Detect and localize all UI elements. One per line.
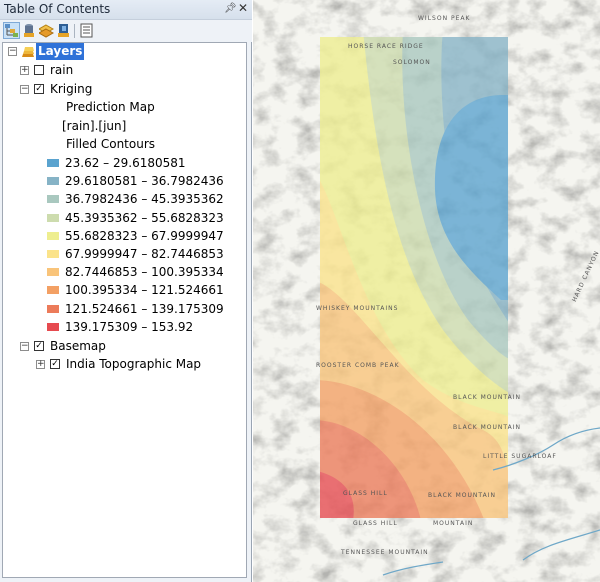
collapse-icon[interactable]: −	[8, 47, 17, 56]
toc-title-bar: Table Of Contents 📌︎ ✕	[0, 0, 252, 20]
map-place-label: HORSE RACE RIDGE	[348, 43, 424, 50]
map-place-label: MOUNTAIN	[433, 520, 474, 527]
legend-class-item[interactable]: 29.6180581 – 36.7982436	[3, 172, 243, 190]
legend-class-item[interactable]: 139.175309 – 153.92	[3, 318, 243, 336]
legend-class-item[interactable]: 82.7446853 – 100.395334	[3, 263, 243, 281]
layer-name: Kriging	[50, 82, 93, 96]
legend-swatch	[47, 268, 59, 277]
legend-class-item[interactable]: 121.524661 – 139.175309	[3, 300, 243, 318]
map-place-label: ROOSTER COMB PEAK	[316, 362, 400, 369]
toc-title: Table Of Contents	[4, 2, 111, 16]
legend-swatch	[47, 286, 59, 295]
legend-class-label: 67.9999947 – 82.7446853	[65, 247, 224, 261]
list-by-visibility-icon	[37, 24, 55, 38]
layers-label[interactable]: Layers	[36, 43, 85, 60]
list-drawing-order-icon	[5, 24, 18, 37]
list-by-source-icon	[24, 24, 34, 37]
legend-class-item[interactable]: 100.395334 – 121.524661	[3, 281, 243, 299]
options-icon	[80, 23, 93, 38]
toolbar-separator	[74, 24, 75, 38]
legend-class-label: 36.7982436 – 45.3935362	[65, 192, 224, 207]
legend-class-label: 23.62 – 29.6180581	[65, 156, 186, 170]
map-place-label: TENNESSEE MOUNTAIN	[341, 549, 429, 556]
legend-swatch	[47, 250, 59, 258]
legend-class-item[interactable]: 55.6828323 – 67.9999947	[3, 227, 243, 245]
legend-symbology: Filled Contours	[66, 137, 156, 151]
layer-visibility-checkbox[interactable]	[34, 65, 44, 75]
legend-field: [rain].[jun]	[62, 119, 127, 133]
close-icon[interactable]: ✕	[238, 1, 248, 15]
map-place-label: GLASS HILL	[353, 520, 398, 527]
expand-icon[interactable]: +	[36, 360, 45, 369]
layer-kriging[interactable]: − ✓ Kriging	[3, 80, 243, 98]
legend-class-label: 55.6828323 – 67.9999947	[65, 228, 224, 243]
list-by-selection-button[interactable]	[55, 22, 72, 39]
layer-visibility-checkbox[interactable]: ✓	[34, 84, 44, 94]
legend-class-label: 121.524661 – 139.175309	[65, 301, 224, 316]
legend-class-label: 100.395334 – 121.524661	[65, 283, 224, 298]
collapse-icon[interactable]: −	[20, 342, 29, 351]
map-place-label: GLASS HILL	[343, 490, 388, 497]
list-drawing-order-button[interactable]	[3, 22, 20, 39]
map-place-label: BLACK MOUNTAIN	[453, 424, 521, 431]
map-place-label: WHISKEY MOUNTAINS	[316, 305, 399, 312]
map-place-label: WILSON PEAK	[418, 15, 471, 22]
map-view[interactable]: WILSON PEAK HORSE RACE RIDGE SOLOMON WHISKE…	[253, 0, 600, 582]
legend-class-item[interactable]: 36.7982436 – 45.3935362	[3, 190, 243, 208]
table-of-contents-panel: Table Of Contents 📌︎ ✕ − Layers + rain −…	[0, 0, 252, 582]
legend-class-label: 82.7446853 – 100.395334	[65, 265, 224, 280]
legend-class-label: 139.175309 – 153.92	[65, 319, 194, 334]
legend-class-item[interactable]: 45.3935362 – 55.6828323	[3, 209, 243, 227]
list-by-source-button[interactable]	[21, 22, 38, 39]
legend-swatch	[47, 213, 59, 222]
options-button[interactable]	[78, 22, 95, 39]
data-frame-layers[interactable]: − Layers	[5, 43, 205, 61]
legend-swatch	[47, 177, 59, 186]
map-place-label: BLACK MOUNTAIN	[428, 492, 496, 499]
layer-visibility-checkbox[interactable]: ✓	[34, 341, 44, 351]
toc-tree: − Layers + rain − ✓ Kriging Prediction M…	[2, 42, 247, 578]
layer-basemap[interactable]: − ✓ Basemap	[3, 337, 243, 355]
legend-swatch	[47, 159, 59, 167]
layer-name: Basemap	[50, 339, 106, 353]
legend-class-label: 29.6180581 – 36.7982436	[65, 174, 224, 189]
collapse-icon[interactable]: −	[20, 85, 29, 94]
legend-swatch	[47, 304, 59, 313]
list-by-visibility-button[interactable]	[37, 22, 55, 39]
map-canvas[interactable]	[253, 0, 600, 582]
layers-icon	[22, 47, 34, 57]
legend-swatch	[47, 322, 59, 331]
map-place-label: LITTLE SUGARLOAF	[483, 453, 557, 460]
pin-icon[interactable]: 📌︎	[224, 3, 237, 14]
legend-class-item[interactable]: 67.9999947 – 82.7446853	[3, 245, 243, 263]
legend-class-label: 45.3935362 – 55.6828323	[65, 210, 224, 225]
map-place-label: SOLOMON	[393, 59, 431, 66]
layer-rain[interactable]: + rain	[3, 61, 243, 79]
layer-visibility-checkbox[interactable]: ✓	[50, 359, 60, 369]
layer-name: India Topographic Map	[66, 357, 202, 371]
list-by-selection-icon	[58, 24, 69, 37]
layer-india-topographic-map[interactable]: + ✓ India Topographic Map	[3, 355, 243, 373]
toc-toolbar	[0, 20, 252, 42]
legend-swatch	[47, 195, 59, 204]
layer-name: rain	[50, 63, 74, 77]
legend-class-item[interactable]: 23.62 – 29.6180581	[3, 154, 243, 172]
legend-heading: Prediction Map	[66, 100, 155, 114]
map-place-label: BLACK MOUNTAIN	[453, 394, 521, 401]
expand-icon[interactable]: +	[20, 66, 29, 75]
legend-swatch	[47, 231, 59, 240]
